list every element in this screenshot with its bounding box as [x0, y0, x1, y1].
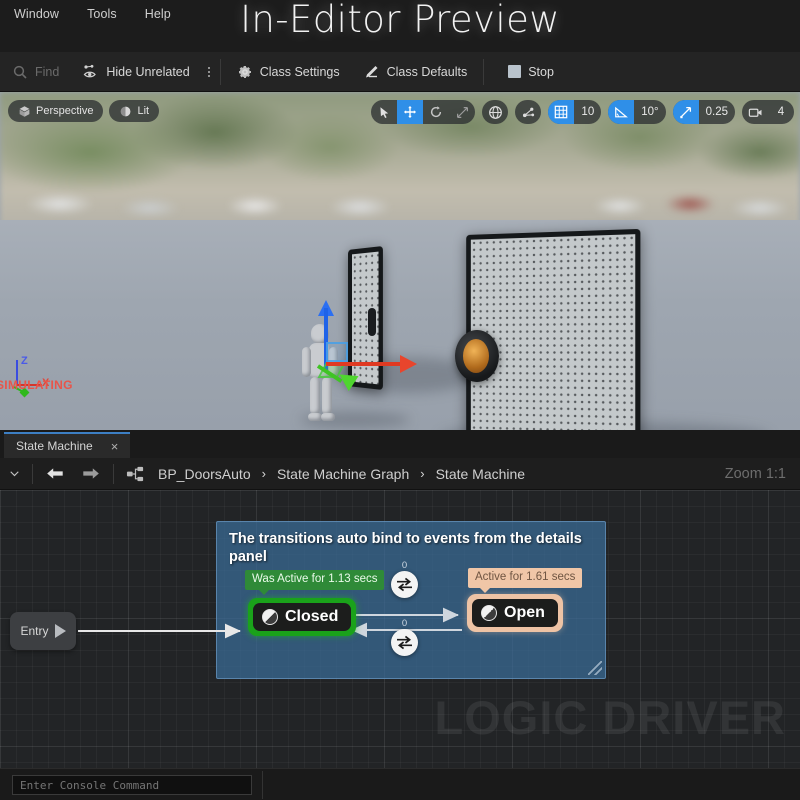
viewmode-dropdown[interactable]: Lit	[109, 100, 160, 122]
toolbar-overflow-button[interactable]	[202, 52, 216, 92]
surface-snap-group	[515, 100, 542, 124]
perspective-label: Perspective	[36, 105, 94, 117]
logic-driver-watermark: LOGIC DRIVER	[434, 691, 786, 744]
scale-snap-toggle[interactable]	[672, 100, 699, 124]
state-node-open[interactable]: Open	[467, 594, 563, 632]
grid-snap-toggle[interactable]	[548, 100, 575, 124]
back-arrow-icon[interactable]	[36, 458, 73, 490]
stop-label: Stop	[528, 64, 554, 79]
status-bar	[0, 768, 800, 800]
axis-z-label: Z	[21, 355, 28, 367]
entry-node-label: Entry	[20, 624, 49, 638]
camera-speed-group: 4	[742, 100, 794, 124]
stop-button[interactable]: Stop	[488, 52, 566, 92]
coordinate-space-group	[482, 100, 509, 124]
breadcrumb-separator-2: ›	[420, 466, 425, 481]
state-icon	[262, 609, 278, 625]
door-right-glass	[470, 234, 636, 430]
state-node-open-label: Open	[504, 604, 545, 621]
translate-tool-button[interactable]	[397, 100, 424, 124]
rotation-snap-value[interactable]: 10°	[634, 100, 665, 124]
toolbar-divider-1	[219, 58, 221, 85]
closed-state-tooltip: Was Active for 1.13 secs	[245, 570, 385, 594]
in-editor-preview-title: In-Editor Preview	[240, 0, 560, 41]
transition-top-count: 0	[401, 560, 408, 571]
select-tool-button[interactable]	[371, 100, 397, 124]
search-icon	[12, 64, 28, 80]
tab-state-machine-label: State Machine	[16, 439, 93, 453]
door-right	[466, 228, 641, 430]
graph-node-icon[interactable]	[117, 458, 154, 490]
grid-snap-group: 10	[548, 100, 602, 124]
chevron-down-icon[interactable]	[0, 458, 29, 490]
grid-snap-value[interactable]: 10	[574, 100, 601, 124]
breadcrumb-state-machine-graph[interactable]: State Machine Graph	[273, 466, 413, 482]
class-defaults-label: Class Defaults	[386, 64, 468, 79]
breadcrumb-bar: BP_DoorsAuto › State Machine Graph › Sta…	[0, 458, 800, 490]
breadcrumb-bp-doorsauto[interactable]: BP_DoorsAuto	[154, 466, 255, 482]
rotation-snap-toggle[interactable]	[608, 100, 635, 124]
find-label: Find	[35, 64, 60, 79]
transition-node-top[interactable]	[391, 571, 418, 598]
graph-zoom-label: Zoom 1:1	[724, 465, 786, 482]
state-icon	[481, 605, 497, 621]
transform-mode-group	[371, 100, 476, 124]
rotate-tool-button[interactable]	[423, 100, 449, 124]
menu-bar: Window Tools Help In-Editor Preview	[0, 0, 800, 52]
hide-unrelated-button[interactable]: Hide Unrelated	[71, 52, 201, 92]
entry-arrow-icon	[54, 624, 66, 638]
transition-bottom-count: 0	[401, 618, 408, 629]
viewport-top-left-controls: Perspective Lit	[8, 100, 160, 122]
tab-state-machine[interactable]: State Machine ×	[4, 432, 131, 458]
class-settings-label: Class Settings	[259, 64, 340, 79]
viewport-axis-indicator: Z X SIMULATING	[0, 355, 72, 400]
comment-resize-handle[interactable]	[588, 661, 602, 675]
pencil-icon	[364, 64, 380, 80]
lit-label: Lit	[137, 105, 150, 117]
find-button[interactable]: Find	[0, 52, 71, 92]
simulating-status-text: SIMULATING	[0, 378, 73, 392]
cube-icon	[18, 105, 31, 118]
surface-snap-button[interactable]	[515, 100, 541, 124]
world-space-button[interactable]	[482, 100, 508, 124]
door-knob-core	[463, 339, 489, 373]
breadcrumb-divider-2	[113, 463, 114, 484]
breadcrumb-separator-1: ›	[261, 466, 266, 481]
unreal-editor-window: Window Tools Help In-Editor Preview Find	[0, 0, 800, 800]
state-node-closed[interactable]: Closed	[248, 598, 357, 636]
toolbar-divider-2	[483, 58, 485, 85]
breadcrumb-state-machine[interactable]: State Machine	[432, 466, 530, 482]
open-state-tooltip: Active for 1.61 secs	[468, 568, 583, 592]
state-node-closed-label: Closed	[285, 608, 339, 625]
rotation-snap-group: 10°	[608, 100, 666, 124]
state-node-open-body: Open	[472, 599, 558, 627]
camera-speed-value[interactable]: 4	[768, 100, 794, 124]
level-viewport[interactable]: Perspective Lit 10 10° 0.25 4 Z X SIMULA…	[0, 92, 800, 430]
class-settings-button[interactable]: Class Settings	[225, 52, 352, 92]
scale-tool-button[interactable]	[449, 100, 475, 124]
hide-unrelated-icon	[83, 64, 99, 80]
status-bar-divider	[262, 771, 263, 799]
lit-sphere-icon	[119, 105, 132, 118]
gear-icon	[237, 64, 253, 80]
scale-snap-group: 0.25	[672, 100, 735, 124]
class-defaults-button[interactable]: Class Defaults	[352, 52, 480, 92]
breadcrumb-divider-1	[32, 463, 33, 484]
transition-node-bottom[interactable]	[391, 629, 418, 656]
blueprint-toolbar: Find Hide Unrelated Class Settings Class…	[0, 52, 800, 92]
entry-node[interactable]: Entry	[10, 612, 76, 650]
graph-tab-strip: State Machine ×	[0, 430, 800, 458]
forward-arrow-icon[interactable]	[73, 458, 110, 490]
translation-gizmo[interactable]	[310, 300, 420, 402]
scale-snap-value[interactable]: 0.25	[699, 100, 735, 124]
stop-icon	[508, 65, 522, 78]
perspective-dropdown[interactable]: Perspective	[8, 100, 104, 122]
camera-icon-button[interactable]	[742, 100, 768, 124]
door-knob	[455, 330, 499, 382]
viewport-gizmo-toolbar: 10 10° 0.25 4	[371, 100, 794, 124]
state-node-closed-body: Closed	[253, 603, 352, 631]
hide-unrelated-label: Hide Unrelated	[106, 64, 190, 79]
close-icon[interactable]: ×	[111, 439, 119, 454]
console-command-input[interactable]	[12, 775, 252, 795]
